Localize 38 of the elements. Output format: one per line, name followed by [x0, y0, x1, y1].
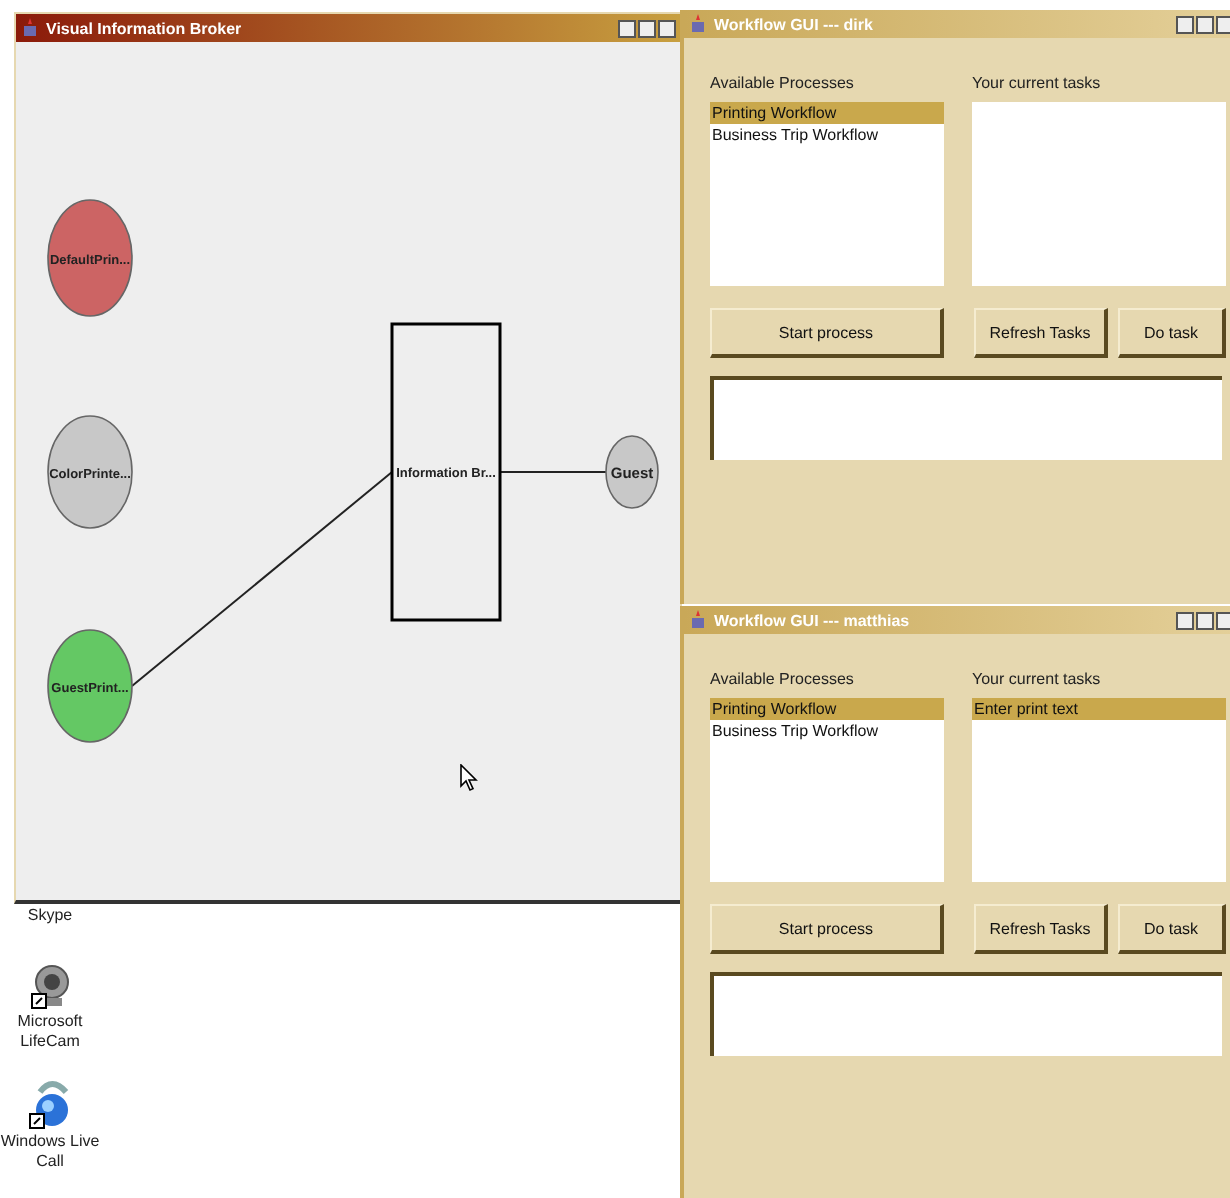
list-item[interactable]: Business Trip Workflow	[710, 720, 944, 742]
text-area[interactable]	[710, 376, 1222, 460]
list-label: Your current tasks	[972, 670, 1103, 692]
maximize-button[interactable]	[1196, 611, 1214, 629]
action-button[interactable]: Do task	[1118, 904, 1226, 954]
minimize-button[interactable]	[1176, 15, 1194, 33]
list-box[interactable]: Enter print text	[972, 698, 1226, 882]
window-title: Workflow GUI --- dirk	[714, 15, 875, 33]
minimize-button[interactable]	[618, 19, 636, 37]
maximize-button[interactable]	[638, 19, 656, 37]
maximize-button[interactable]	[1196, 15, 1214, 33]
window-title: Visual Information Broker	[46, 19, 244, 37]
close-button[interactable]	[1216, 611, 1230, 629]
window-title: Workflow GUI --- matthias	[714, 611, 912, 629]
close-button[interactable]	[1216, 15, 1230, 33]
action-button[interactable]: Refresh Tasks	[974, 308, 1108, 358]
phone-globe-icon	[28, 1080, 72, 1132]
list-box[interactable]: Printing Workflow Business Trip Workflow	[710, 698, 944, 882]
list-item[interactable]: Printing Workflow	[710, 102, 944, 124]
desktop-icon-label[interactable]: Skype	[0, 906, 100, 926]
desktop-icon-label[interactable]: Microsoft LifeCam	[0, 1012, 100, 1052]
list-item[interactable]: Printing Workflow	[710, 698, 944, 720]
minimize-button[interactable]	[1176, 611, 1194, 629]
text-area[interactable]	[710, 972, 1222, 1056]
list-item[interactable]: Business Trip Workflow	[710, 124, 944, 146]
action-button[interactable]: Start process	[710, 904, 944, 954]
webcam-icon	[30, 964, 70, 1012]
action-button[interactable]: Refresh Tasks	[974, 904, 1108, 954]
list-box[interactable]: Printing Workflow Business Trip Workflow	[710, 102, 944, 286]
action-button[interactable]: Do task	[1118, 308, 1226, 358]
desktop-icon-label[interactable]: Windows Live Call	[0, 1132, 100, 1172]
list-label: Your current tasks	[972, 74, 1103, 96]
list-label: Available Processes	[710, 74, 856, 96]
close-button[interactable]	[658, 19, 676, 37]
mouse-cursor-icon	[460, 764, 478, 792]
list-label: Available Processes	[710, 670, 856, 692]
list-item[interactable]: Enter print text	[972, 698, 1226, 720]
action-button[interactable]: Start process	[710, 308, 944, 358]
